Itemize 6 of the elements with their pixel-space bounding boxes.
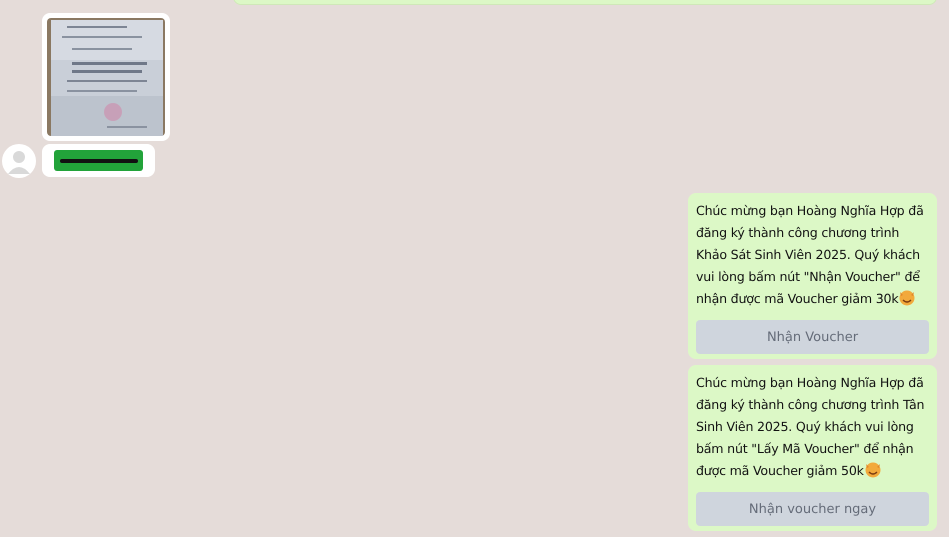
- voucher-button[interactable]: Nhận voucher ngay: [696, 492, 929, 526]
- emoji-icon: [898, 288, 916, 306]
- voucher-button[interactable]: Nhận Voucher: [696, 320, 929, 354]
- emoji-icon: [864, 460, 882, 478]
- message-text: Chúc mừng bạn Hoàng Nghĩa Hợp đã đăng ký thành công chương trình Khảo Sát Sinh Viên 2025. Quý khách vui lòng bấm nút "Nhận Voucher" để nhận được mã Voucher giảm 30k: [696, 202, 925, 308]
- message-text: Chúc mừng bạn Hoàng Nghĩa Hợp đã đăng ký thành công chương trình Tân Sinh Viên 2025. Quý khách vui lòng bấm nút "Lấy Mã Voucher" để nhận được mã Voucher giảm 50k: [696, 374, 926, 480]
